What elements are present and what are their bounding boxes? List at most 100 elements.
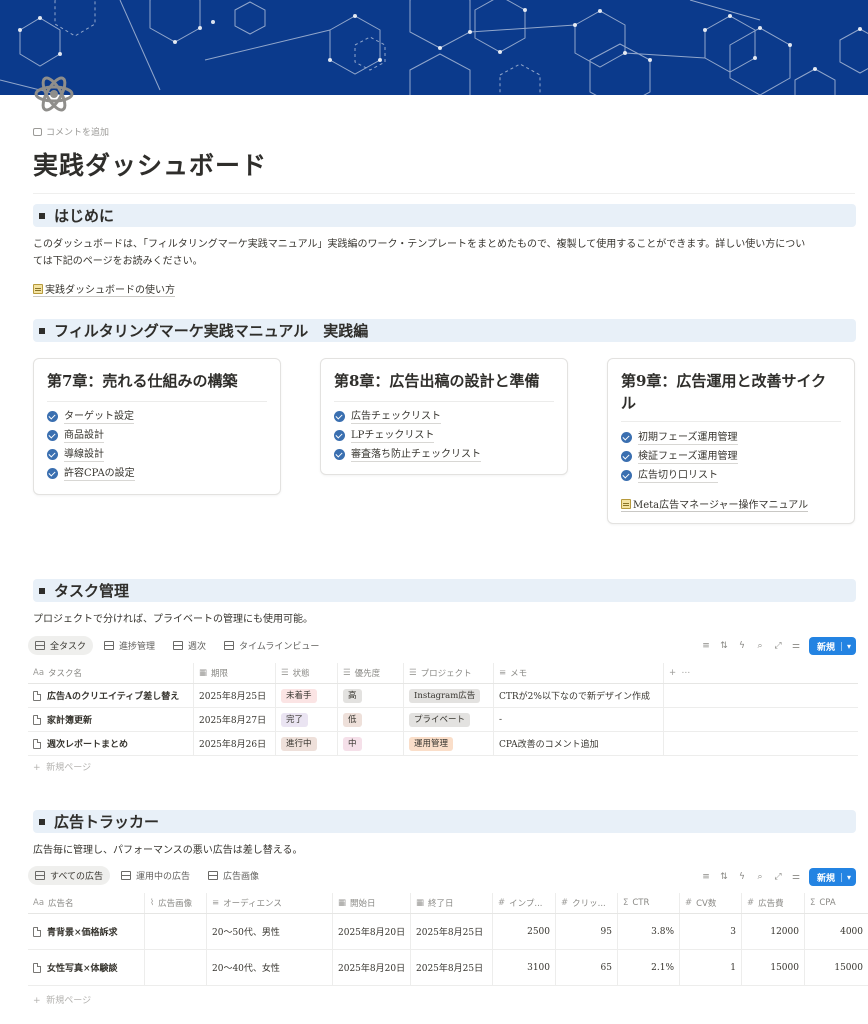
priority-cell[interactable]: 低	[338, 708, 404, 731]
check-circle-icon	[47, 449, 58, 460]
tab-active-ads[interactable]: 運用中の広告	[114, 866, 197, 885]
tab-weekly[interactable]: 週次	[166, 636, 213, 655]
tasks-new-page-button[interactable]: + 新規ページ	[33, 760, 91, 773]
search-icon[interactable]: ⌕	[755, 872, 765, 882]
usage-guide-link[interactable]: 実践ダッシュボードの使い方	[33, 281, 175, 297]
due-cell[interactable]: 2025年8月25日	[194, 684, 276, 707]
add-column-button[interactable]: + ⋯	[664, 663, 724, 683]
project-cell[interactable]: プライベート	[404, 708, 494, 731]
expand-icon[interactable]: ⤢	[773, 872, 783, 882]
clicks-cell[interactable]: 95	[556, 914, 618, 949]
col-priority[interactable]: ☰ 優先度	[338, 663, 404, 683]
filter-icon[interactable]: ≡	[701, 872, 711, 882]
col-impressions[interactable]: # インプ...	[493, 893, 556, 913]
ad-name-cell[interactable]: 青背景×価格訴求	[28, 914, 145, 949]
col-start[interactable]: ▦ 開始日	[333, 893, 411, 913]
ad-name-cell[interactable]: 女性写真×体験談	[28, 950, 145, 985]
impressions-cell[interactable]: 3100	[493, 950, 556, 985]
list-item[interactable]: 商品設計	[47, 426, 135, 445]
filter-icon[interactable]: ≡	[701, 641, 711, 651]
memo-cell[interactable]: CTRが2%以下なので新デザイン作成	[494, 684, 664, 707]
task-name-cell[interactable]: 週次レポートまとめ	[28, 732, 194, 755]
audience-cell[interactable]: 20〜40代、女性	[207, 950, 333, 985]
lightning-icon[interactable]: ϟ	[737, 641, 747, 651]
tab-timeline[interactable]: タイムラインビュー	[217, 636, 326, 655]
atom-icon[interactable]	[32, 70, 76, 118]
list-item[interactable]: 広告切り口リスト	[621, 466, 738, 485]
tab-progress[interactable]: 進捗管理	[97, 636, 162, 655]
table-row[interactable]: 青背景×価格訴求 20〜50代、男性 2025年8月20日 2025年8月25日…	[28, 914, 868, 950]
sort-icon[interactable]: ⇅	[719, 872, 729, 882]
end-cell[interactable]: 2025年8月25日	[411, 950, 493, 985]
memo-cell[interactable]: CPA改善のコメント追加	[494, 732, 664, 755]
ad-image-cell[interactable]	[145, 914, 207, 949]
tab-all-tasks[interactable]: 全タスク	[28, 636, 94, 655]
table-row[interactable]: 家計簿更新 2025年8月27日 完了 低 プライベート -	[28, 708, 858, 732]
ads-new-page-button[interactable]: + 新規ページ	[33, 993, 91, 1006]
settings-icon[interactable]: ⚌	[791, 872, 801, 882]
cost-cell[interactable]: 12000	[742, 914, 805, 949]
list-item[interactable]: 初期フェーズ運用管理	[621, 428, 738, 447]
ads-new-button[interactable]: 新規 ▾	[808, 868, 856, 886]
table-row[interactable]: 女性写真×体験談 20〜40代、女性 2025年8月20日 2025年8月25日…	[28, 950, 868, 986]
list-item[interactable]: 検証フェーズ運用管理	[621, 447, 738, 466]
list-item[interactable]: ターゲット設定	[47, 407, 135, 426]
col-due[interactable]: ▦ 期限	[194, 663, 276, 683]
tasks-new-button[interactable]: 新規 ▾	[808, 637, 856, 655]
audience-cell[interactable]: 20〜50代、男性	[207, 914, 333, 949]
list-item[interactable]: 広告チェックリスト	[334, 407, 481, 426]
cv-cell[interactable]: 3	[680, 914, 742, 949]
lightning-icon[interactable]: ϟ	[737, 872, 747, 882]
col-clicks[interactable]: # クリッ...	[556, 893, 618, 913]
status-cell[interactable]: 未着手	[276, 684, 338, 707]
col-cv[interactable]: # CV数	[680, 893, 742, 913]
chevron-down-icon[interactable]: ▾	[840, 641, 856, 651]
add-comment-button[interactable]: コメントを追加	[33, 125, 109, 138]
col-ad-name[interactable]: Aa 広告名	[28, 893, 145, 913]
list-item[interactable]: 審査落ち防止チェックリスト	[334, 445, 481, 464]
tab-all-ads[interactable]: すべての広告	[28, 866, 111, 885]
col-cpa[interactable]: Σ CPA	[805, 893, 868, 913]
start-cell[interactable]: 2025年8月20日	[333, 950, 411, 985]
status-cell[interactable]: 進行中	[276, 732, 338, 755]
priority-badge: 低	[343, 712, 362, 727]
col-audience[interactable]: ≡ オーディエンス	[207, 893, 333, 913]
expand-icon[interactable]: ⤢	[773, 641, 783, 651]
col-ad-image[interactable]: ⌇ 広告画像	[145, 893, 207, 913]
col-cost[interactable]: # 広告費	[742, 893, 805, 913]
table-row[interactable]: 広告Aのクリエイティブ差し替え 2025年8月25日 未着手 高 Instagr…	[28, 684, 858, 708]
list-item[interactable]: LPチェックリスト	[334, 426, 481, 445]
col-status[interactable]: ☰ 状態	[276, 663, 338, 683]
cost-cell[interactable]: 15000	[742, 950, 805, 985]
status-cell[interactable]: 完了	[276, 708, 338, 731]
col-project[interactable]: ☰ プロジェクト	[404, 663, 494, 683]
priority-cell[interactable]: 中	[338, 732, 404, 755]
start-cell[interactable]: 2025年8月20日	[333, 914, 411, 949]
col-task-name[interactable]: Aa タスク名	[28, 663, 194, 683]
cv-cell[interactable]: 1	[680, 950, 742, 985]
impressions-cell[interactable]: 2500	[493, 914, 556, 949]
end-cell[interactable]: 2025年8月25日	[411, 914, 493, 949]
sort-icon[interactable]: ⇅	[719, 641, 729, 651]
due-cell[interactable]: 2025年8月27日	[194, 708, 276, 731]
meta-manual-link[interactable]: Meta広告マネージャー操作マニュアル	[621, 496, 809, 512]
settings-icon[interactable]: ⚌	[791, 641, 801, 651]
ad-image-cell[interactable]	[145, 950, 207, 985]
project-cell[interactable]: Instagram広告	[404, 684, 494, 707]
memo-cell[interactable]: -	[494, 708, 664, 731]
search-icon[interactable]: ⌕	[755, 641, 765, 651]
list-item[interactable]: 許容CPAの設定	[47, 464, 135, 483]
task-name-cell[interactable]: 家計簿更新	[28, 708, 194, 731]
project-cell[interactable]: 運用管理	[404, 732, 494, 755]
table-row[interactable]: 週次レポートまとめ 2025年8月26日 進行中 中 運用管理 CPA改善のコメ…	[28, 732, 858, 756]
col-end[interactable]: ▦ 終了日	[411, 893, 493, 913]
task-name-cell[interactable]: 広告Aのクリエイティブ差し替え	[28, 684, 194, 707]
col-ctr[interactable]: Σ CTR	[618, 893, 680, 913]
clicks-cell[interactable]: 65	[556, 950, 618, 985]
due-cell[interactable]: 2025年8月26日	[194, 732, 276, 755]
tab-ad-images[interactable]: 広告画像	[201, 866, 266, 885]
col-memo[interactable]: ≡ メモ	[494, 663, 664, 683]
chevron-down-icon[interactable]: ▾	[840, 872, 856, 882]
list-item[interactable]: 導線設計	[47, 445, 135, 464]
priority-cell[interactable]: 高	[338, 684, 404, 707]
